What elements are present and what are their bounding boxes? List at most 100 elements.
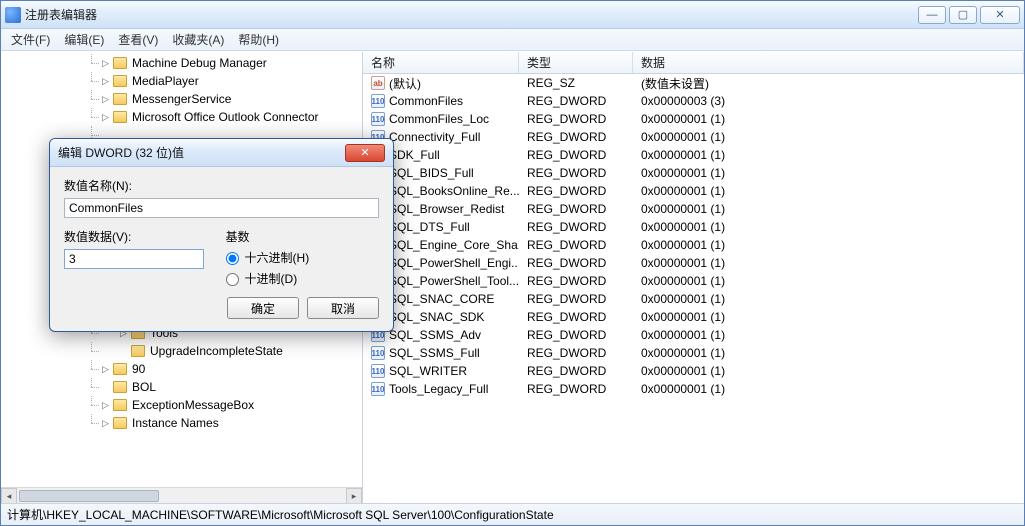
value-name: (默认) (389, 75, 421, 92)
expand-icon[interactable]: ▷ (101, 77, 110, 86)
folder-icon (113, 93, 127, 105)
table-row[interactable]: 110SQL_Browser_RedistREG_DWORD0x00000001… (363, 200, 1024, 218)
tree-item[interactable]: Machine Debug Manager (130, 54, 269, 72)
list-header: 名称 类型 数据 (363, 52, 1024, 74)
tree-item[interactable]: BOL (130, 378, 158, 396)
folder-icon (113, 363, 127, 375)
table-row[interactable]: 110CommonFiles_LocREG_DWORD0x00000001 (1… (363, 110, 1024, 128)
dialog-close-button[interactable]: ✕ (345, 144, 385, 162)
close-button[interactable]: ✕ (980, 6, 1020, 24)
value-type: REG_DWORD (519, 382, 633, 396)
radio-hex-label: 十六进制(H) (245, 251, 310, 265)
table-row[interactable]: 110SQL_BIDS_FullREG_DWORD0x00000001 (1) (363, 164, 1024, 182)
table-row[interactable]: 110SQL_WRITERREG_DWORD0x00000001 (1) (363, 362, 1024, 380)
folder-icon (131, 345, 145, 357)
column-header-type[interactable]: 类型 (519, 52, 633, 73)
table-row[interactable]: 110CommonFilesREG_DWORD0x00000003 (3) (363, 92, 1024, 110)
radio-hex[interactable]: 十六进制(H) (226, 249, 379, 266)
folder-icon (113, 57, 127, 69)
scroll-left-icon[interactable]: ◂ (1, 488, 17, 503)
tree-item[interactable]: ExceptionMessageBox (130, 396, 256, 414)
table-row[interactable]: 110SQL_PowerShell_Tool...REG_DWORD0x0000… (363, 272, 1024, 290)
app-icon (5, 7, 21, 23)
table-row[interactable]: 110SQL_SNAC_COREREG_DWORD0x00000001 (1) (363, 290, 1024, 308)
value-type: REG_DWORD (519, 346, 633, 360)
value-name: CommonFiles_Loc (389, 112, 489, 126)
expand-icon[interactable]: ▷ (101, 113, 110, 122)
expand-icon[interactable] (119, 347, 128, 356)
value-type: REG_DWORD (519, 202, 633, 216)
list-body[interactable]: ab(默认)REG_SZ(数值未设置)110CommonFilesREG_DWO… (363, 74, 1024, 398)
scroll-right-icon[interactable]: ▸ (346, 488, 362, 503)
menu-favorites[interactable]: 收藏夹(A) (166, 29, 230, 50)
value-icon: 110 (371, 112, 385, 126)
value-type: REG_DWORD (519, 220, 633, 234)
table-row[interactable]: 110SQL_BooksOnline_Re...REG_DWORD0x00000… (363, 182, 1024, 200)
folder-icon (113, 75, 127, 87)
tree-item[interactable]: Instance Names (130, 414, 221, 432)
value-icon: 110 (371, 94, 385, 108)
expand-icon[interactable]: ▷ (101, 365, 110, 374)
value-type: REG_DWORD (519, 274, 633, 288)
table-row[interactable]: 110SQL_DTS_FullREG_DWORD0x00000001 (1) (363, 218, 1024, 236)
table-row[interactable]: 110SQL_PowerShell_Engi...REG_DWORD0x0000… (363, 254, 1024, 272)
table-row[interactable]: ab(默认)REG_SZ(数值未设置) (363, 74, 1024, 92)
value-name: SQL_BooksOnline_Re... (389, 184, 519, 198)
label-value-name: 数值名称(N): (64, 177, 379, 194)
expand-icon[interactable]: ▷ (101, 59, 110, 68)
value-icon: 110 (371, 382, 385, 396)
value-name: SQL_SNAC_SDK (389, 310, 484, 324)
value-type: REG_DWORD (519, 256, 633, 270)
radio-hex-input[interactable] (226, 252, 239, 265)
table-row[interactable]: 110SQL_SNAC_SDKREG_DWORD0x00000001 (1) (363, 308, 1024, 326)
value-data: 0x00000001 (1) (633, 112, 1024, 126)
scroll-thumb[interactable] (19, 490, 159, 502)
menu-file[interactable]: 文件(F) (5, 29, 56, 50)
menu-help[interactable]: 帮助(H) (232, 29, 285, 50)
tree-item[interactable]: Microsoft Office Outlook Connector (130, 108, 321, 126)
table-row[interactable]: 110SDK_FullREG_DWORD0x00000001 (1) (363, 146, 1024, 164)
menu-edit[interactable]: 编辑(E) (58, 29, 110, 50)
table-row[interactable]: 110Connectivity_FullREG_DWORD0x00000001 … (363, 128, 1024, 146)
minimize-button[interactable]: — (918, 6, 946, 24)
tree-horizontal-scrollbar[interactable]: ◂ ▸ (1, 487, 362, 503)
table-row[interactable]: 110SQL_SSMS_AdvREG_DWORD0x00000001 (1) (363, 326, 1024, 344)
tree-item[interactable]: 90 (130, 360, 147, 378)
table-row[interactable]: 110SQL_SSMS_FullREG_DWORD0x00000001 (1) (363, 344, 1024, 362)
column-header-name[interactable]: 名称 (363, 52, 519, 73)
value-data: 0x00000001 (1) (633, 364, 1024, 378)
value-data: 0x00000001 (1) (633, 238, 1024, 252)
table-row[interactable]: 110Tools_Legacy_FullREG_DWORD0x00000001 … (363, 380, 1024, 398)
value-name: SQL_PowerShell_Tool... (389, 274, 519, 288)
edit-dword-dialog: 编辑 DWORD (32 位)值 ✕ 数值名称(N): 数值数据(V): 基数 … (49, 138, 394, 332)
label-value-data: 数值数据(V): (64, 228, 204, 245)
folder-icon (113, 399, 127, 411)
expand-icon[interactable] (101, 383, 110, 392)
value-name-field[interactable] (64, 198, 379, 218)
tree-item[interactable]: MessengerService (130, 90, 233, 108)
value-name: SQL_SNAC_CORE (389, 292, 494, 306)
tree-item[interactable]: MediaPlayer (130, 72, 201, 90)
cancel-button[interactable]: 取消 (307, 297, 379, 319)
radio-dec-input[interactable] (226, 273, 239, 286)
dialog-title: 编辑 DWORD (32 位)值 (58, 144, 345, 161)
value-data-field[interactable] (64, 249, 204, 269)
expand-icon[interactable]: ▷ (101, 419, 110, 428)
value-data: 0x00000001 (1) (633, 202, 1024, 216)
radio-dec[interactable]: 十进制(D) (226, 270, 379, 287)
value-type: REG_DWORD (519, 310, 633, 324)
value-data: 0x00000001 (1) (633, 382, 1024, 396)
expand-icon[interactable]: ▷ (101, 95, 110, 104)
table-row[interactable]: 110SQL_Engine_Core_Sha...REG_DWORD0x0000… (363, 236, 1024, 254)
column-header-data[interactable]: 数据 (633, 52, 1024, 73)
status-path: 计算机\HKEY_LOCAL_MACHINE\SOFTWARE\Microsof… (7, 506, 554, 523)
value-data: 0x00000001 (1) (633, 274, 1024, 288)
title-bar: 注册表编辑器 — ▢ ✕ (1, 1, 1024, 29)
ok-button[interactable]: 确定 (227, 297, 299, 319)
menu-view[interactable]: 查看(V) (112, 29, 164, 50)
value-type: REG_DWORD (519, 166, 633, 180)
expand-icon[interactable]: ▷ (101, 401, 110, 410)
tree-item[interactable]: UpgradeIncompleteState (148, 342, 285, 360)
maximize-button[interactable]: ▢ (949, 6, 977, 24)
value-data: 0x00000001 (1) (633, 184, 1024, 198)
